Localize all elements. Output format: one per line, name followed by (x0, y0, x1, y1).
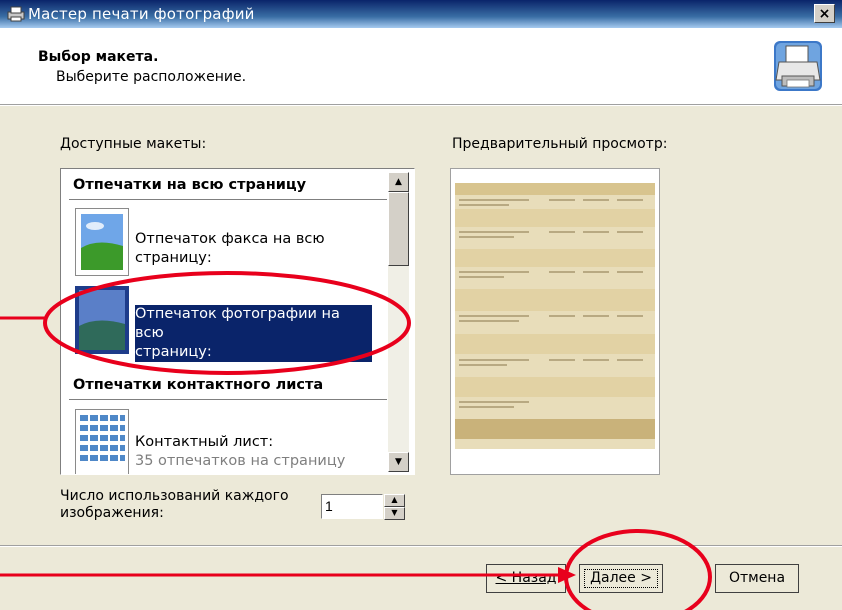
group-divider (69, 199, 387, 200)
layout-item-line1: Отпечаток фотографии на всю (135, 306, 340, 341)
scroll-thumb[interactable] (388, 192, 409, 266)
layout-item-photo-full-page[interactable]: Отпечаток фотографии на всю страницу: (135, 305, 372, 362)
layout-item-line1: Отпечаток факса на всю (135, 231, 325, 247)
group-header-contact-sheet: Отпечатки контактного листа (73, 377, 324, 393)
layout-item-line2: 35 отпечатков на страницу (135, 453, 346, 469)
page-title: Выбор макета. (38, 49, 159, 65)
page-subtitle: Выберите расположение. (56, 69, 247, 85)
back-button[interactable]: < Назад (486, 564, 566, 593)
window-title: Мастер печати фотографий (28, 5, 255, 23)
contact-sheet-icon (75, 409, 129, 474)
title-bar[interactable]: Мастер печати фотографий × (0, 0, 842, 28)
cancel-button[interactable]: Отмена (715, 564, 799, 593)
layout-item-line2: страницу: (135, 344, 212, 360)
back-button-label: < Назад (495, 570, 557, 586)
scroll-up-button[interactable]: ▲ (388, 172, 409, 192)
spin-up-button[interactable]: ▲ (384, 494, 405, 507)
photo-printing-wizard-window: Мастер печати фотографий × Выбор макета.… (0, 0, 842, 610)
usage-label-line2: изображения: (60, 505, 164, 521)
available-layouts-label: Доступные макеты: (60, 136, 207, 152)
group-header-full-page: Отпечатки на всю страницу (73, 177, 307, 193)
landscape-photo-icon (75, 286, 129, 354)
preview-photo-thumbnail (451, 169, 659, 474)
wizard-header: Выбор макета. Выберите расположение. (0, 28, 842, 104)
copies-per-image-input[interactable]: 1 (321, 494, 383, 519)
layout-item-line1: Контактный лист: (135, 434, 274, 450)
layout-item-line2: страницу: (135, 250, 212, 266)
footer-separator (0, 545, 842, 547)
scroll-down-button[interactable]: ▼ (388, 452, 409, 472)
layouts-scrollbar[interactable]: ▲ ▼ (388, 172, 409, 472)
next-button[interactable]: Далее > (579, 564, 663, 593)
spin-down-button[interactable]: ▼ (384, 507, 405, 520)
printer-icon (774, 41, 822, 91)
page-preview (450, 168, 660, 475)
group-divider (69, 399, 387, 400)
cancel-button-label: Отмена (728, 570, 786, 586)
printer-icon (7, 6, 25, 22)
layout-item-fax-full-page[interactable]: Отпечаток факса на всю страницу: (135, 230, 325, 268)
layout-item-contact-sheet[interactable]: Контактный лист: 35 отпечатков на страни… (135, 433, 345, 471)
usage-label-line1: Число использований каждого (60, 488, 289, 504)
focus-rectangle (584, 569, 658, 588)
usage-label: Число использований каждого изображения: (60, 488, 289, 522)
close-button[interactable]: × (814, 4, 835, 23)
header-separator (0, 104, 842, 106)
layouts-list[interactable]: Отпечатки на всю страницу Отпечаток факс… (60, 168, 415, 475)
preview-label: Предварительный просмотр: (452, 136, 668, 152)
landscape-photo-icon (75, 208, 129, 276)
